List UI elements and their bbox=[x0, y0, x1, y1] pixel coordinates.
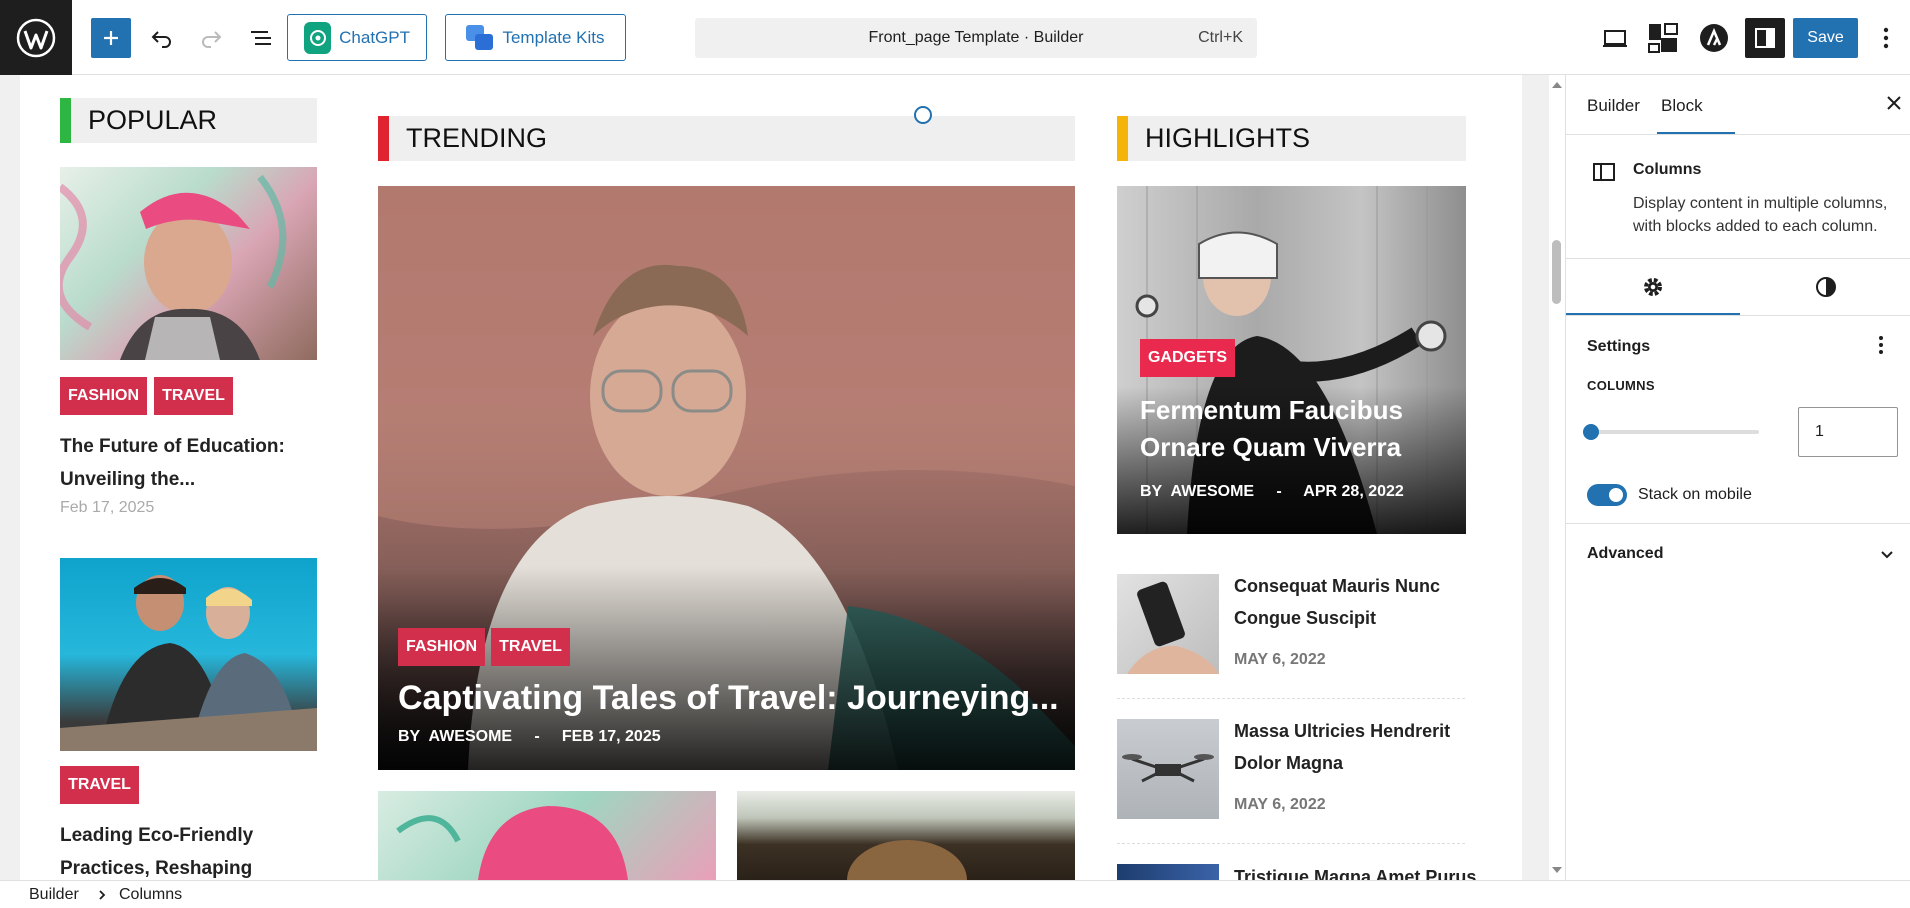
page-content: POPULAR FASHION TRAVEL The Future of Edu… bbox=[20, 75, 1522, 880]
undo-button[interactable] bbox=[142, 18, 182, 58]
stack-on-mobile-toggle[interactable] bbox=[1587, 484, 1627, 506]
highlights-feature-title[interactable]: Fermentum Faucibus Ornare Quam Viverra bbox=[1140, 392, 1460, 466]
highlights-heading[interactable]: HIGHLIGHTS bbox=[1117, 116, 1466, 161]
gear-icon bbox=[1644, 277, 1662, 296]
template-kits-button[interactable]: Template Kits bbox=[445, 14, 626, 61]
plus-icon bbox=[104, 31, 118, 45]
category-tag[interactable]: FASHION bbox=[398, 628, 485, 666]
settings-options-button[interactable] bbox=[1878, 335, 1884, 360]
columns-block-icon bbox=[1592, 161, 1616, 188]
list-view-icon bbox=[251, 31, 271, 45]
canvas-scrollbar[interactable] bbox=[1549, 75, 1565, 880]
astra-logo-icon bbox=[1700, 24, 1728, 52]
settings-sidebar-toggle[interactable] bbox=[1745, 18, 1785, 58]
columns-range-track[interactable] bbox=[1587, 430, 1759, 434]
document-title: Front_page Template · Builder bbox=[868, 29, 1084, 46]
editor-canvas[interactable]: POPULAR FASHION TRAVEL The Future of Edu… bbox=[0, 75, 1549, 880]
list-post-thumb-3[interactable] bbox=[1117, 864, 1219, 880]
trending-post-title[interactable]: Captivating Tales of Travel: Journeying.… bbox=[398, 679, 1059, 718]
trending-thumb-2[interactable] bbox=[737, 791, 1075, 880]
breadcrumb-item-columns[interactable]: Columns bbox=[119, 886, 182, 904]
popular-heading[interactable]: POPULAR bbox=[60, 98, 317, 143]
advanced-expand-button[interactable] bbox=[1879, 547, 1895, 568]
block-drag-handle[interactable] bbox=[914, 106, 932, 124]
blocks-layout-icon bbox=[1648, 23, 1678, 53]
tab-builder[interactable]: Builder bbox=[1587, 96, 1640, 116]
styles-button[interactable] bbox=[1643, 18, 1683, 58]
preview-device-button[interactable] bbox=[1595, 18, 1635, 58]
post-date: MAY 6, 2022 bbox=[1234, 796, 1326, 813]
post-date: MAY 6, 2022 bbox=[1234, 651, 1326, 668]
tab-styles[interactable] bbox=[1740, 259, 1910, 314]
wordpress-logo-icon[interactable] bbox=[0, 0, 72, 75]
editor-header: ChatGPT Template Kits Front_page Templat… bbox=[0, 0, 1910, 75]
trending-thumb-1[interactable] bbox=[378, 791, 716, 880]
trending-heading[interactable]: TRENDING bbox=[378, 116, 1075, 161]
scroll-down-icon[interactable] bbox=[1549, 862, 1565, 878]
chevron-right-icon bbox=[99, 890, 106, 900]
sidebar-icon bbox=[1755, 28, 1775, 48]
astra-settings-button[interactable] bbox=[1694, 18, 1734, 58]
tab-block[interactable]: Block bbox=[1661, 96, 1703, 116]
shortcut-hint: Ctrl+K bbox=[1198, 29, 1243, 46]
columns-range-handle[interactable] bbox=[1583, 424, 1599, 440]
redo-button[interactable] bbox=[191, 18, 231, 58]
template-kits-icon bbox=[466, 24, 494, 51]
chevron-down-icon bbox=[1881, 551, 1893, 559]
advanced-panel-toggle[interactable]: Advanced bbox=[1587, 545, 1663, 563]
add-block-button[interactable] bbox=[91, 18, 131, 58]
tab-settings[interactable] bbox=[1566, 259, 1740, 314]
save-button[interactable]: Save bbox=[1793, 18, 1858, 58]
block-title: Columns bbox=[1633, 161, 1702, 178]
kebab-menu-icon bbox=[1879, 336, 1883, 354]
block-description: Display content in multiple columns, wit… bbox=[1633, 195, 1888, 235]
category-tag[interactable]: GADGETS bbox=[1140, 339, 1235, 377]
scroll-thumb[interactable] bbox=[1552, 240, 1561, 304]
columns-label: COLUMNS bbox=[1587, 378, 1655, 393]
list-post-title-3[interactable]: Tristique Magna Amet Purus bbox=[1234, 867, 1476, 880]
document-overview-button[interactable] bbox=[241, 18, 281, 58]
popular-post-title-2[interactable]: Leading Eco-Friendly Practices, Reshapin… bbox=[60, 819, 317, 880]
half-circle-contrast-icon bbox=[1815, 276, 1836, 297]
columns-number-input[interactable] bbox=[1798, 407, 1898, 457]
scroll-up-icon[interactable] bbox=[1549, 77, 1565, 93]
undo-icon bbox=[151, 31, 171, 48]
chatgpt-icon bbox=[304, 21, 332, 54]
settings-panel-title[interactable]: Settings bbox=[1587, 338, 1650, 356]
list-post-title-1[interactable]: Consequat Mauris Nunc Congue Suscipit bbox=[1234, 570, 1474, 634]
category-tag[interactable]: TRAVEL bbox=[491, 628, 570, 666]
list-post-title-2[interactable]: Massa Ultricies Hendrerit Dolor Magna bbox=[1234, 715, 1474, 779]
category-tag[interactable]: TRAVEL bbox=[154, 377, 233, 415]
command-palette-button[interactable]: Front_page Template · Builder Ctrl+K bbox=[695, 18, 1257, 58]
more-options-button[interactable] bbox=[1866, 18, 1906, 58]
template-kits-label: Template Kits bbox=[502, 27, 605, 47]
stack-on-mobile-label: Stack on mobile bbox=[1638, 486, 1752, 503]
popular-post-image-1[interactable] bbox=[60, 167, 317, 360]
post-date: Feb 17, 2025 bbox=[60, 499, 155, 516]
desktop-icon bbox=[1603, 30, 1627, 47]
category-tag[interactable]: FASHION bbox=[60, 377, 147, 415]
close-sidebar-button[interactable] bbox=[1886, 95, 1902, 116]
highlights-feature-meta: BY AWESOME - APR 28, 2022 bbox=[1140, 483, 1404, 500]
breadcrumb-item-builder[interactable]: Builder bbox=[29, 886, 79, 904]
popular-post-title-1[interactable]: The Future of Education: Unveiling the..… bbox=[60, 430, 317, 496]
close-icon bbox=[1887, 96, 1901, 110]
chatgpt-button[interactable]: ChatGPT bbox=[287, 14, 427, 61]
trending-post-meta: BY AWESOME - FEB 17, 2025 bbox=[398, 728, 661, 745]
list-post-thumb-2[interactable] bbox=[1117, 719, 1219, 819]
block-breadcrumb: Builder Columns bbox=[0, 880, 1910, 908]
redo-icon bbox=[202, 31, 222, 48]
chatgpt-label: ChatGPT bbox=[339, 27, 410, 47]
popular-post-image-2[interactable] bbox=[60, 558, 317, 751]
kebab-menu-icon bbox=[1883, 27, 1889, 49]
settings-sidebar: Builder Block Columns Display content in… bbox=[1565, 75, 1910, 880]
category-tag[interactable]: TRAVEL bbox=[60, 766, 139, 804]
list-post-thumb-1[interactable] bbox=[1117, 574, 1219, 674]
